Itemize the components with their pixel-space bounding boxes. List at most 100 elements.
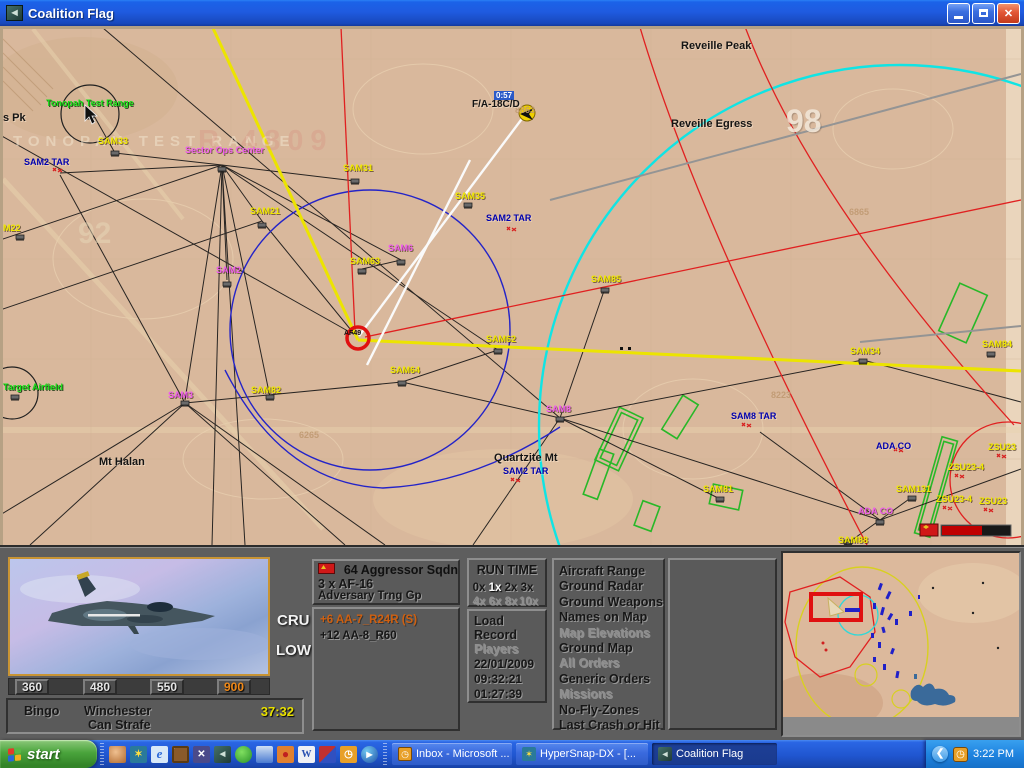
quicklaunch-hypersnap-icon[interactable]: ✶ (130, 746, 147, 763)
map-label-sam8tar[interactable]: SAM8 TAR (731, 411, 776, 421)
sim-time: 09:32:21 (474, 672, 522, 686)
speed-6x[interactable]: 6x (487, 596, 503, 608)
map-label-af49[interactable]: AF49 (344, 329, 361, 339)
map-label-tonopah[interactable]: Tonopah Test Range (46, 98, 134, 108)
quicklaunch-folder-icon[interactable] (172, 746, 189, 763)
quicklaunch-mediaplayer-icon[interactable]: ▶ (361, 746, 378, 763)
map-label-sam33[interactable]: SAM33 (98, 136, 128, 146)
taskbar-inbox-button[interactable]: ◷ Inbox - Microsoft ... (392, 743, 512, 765)
map-label-sam3[interactable]: SAM3 (168, 390, 193, 400)
map-label-sam34[interactable]: SAM34 (850, 346, 880, 356)
speed-4x[interactable]: 4x (471, 596, 487, 608)
weapon-1[interactable]: +6 AA-7_R24R (S) (320, 614, 417, 626)
map-label-sam31[interactable]: SAM31 (343, 163, 373, 173)
map-label-sam64[interactable]: SAM64 (390, 365, 420, 375)
menu-ground-map[interactable]: Ground Map (554, 641, 663, 656)
menu-no-fly-zones[interactable]: No-Fly-Zones (554, 703, 663, 718)
app-icon: ◄ (6, 5, 23, 21)
bingo-label: Bingo (24, 704, 59, 718)
jet-image (10, 559, 268, 674)
map-options-menu: Aircraft Range Ground Radar Ground Weapo… (552, 558, 665, 730)
quicklaunch-coalition-icon[interactable]: ◄ (214, 746, 231, 763)
selection-circle-target-airfield (3, 367, 38, 419)
quicklaunch-blue-app-icon[interactable] (256, 746, 273, 763)
players-button[interactable]: Players (474, 642, 518, 656)
map-label-reveille-egress: Reveille Egress (671, 119, 752, 129)
map-label-quartzite: Quartzite Mt (494, 453, 558, 463)
tray-chevron-icon[interactable]: ❮ (932, 746, 948, 762)
speed-row: 360 480 550 900 (8, 678, 270, 695)
map-label-zsu234-a[interactable]: ZSU23-4 (948, 462, 984, 472)
map-label-sam6[interactable]: SAM6 (388, 243, 413, 253)
map-faint-98: 98 (786, 103, 822, 140)
load-button[interactable]: Load (474, 614, 504, 628)
map-label-zsu23-b[interactable]: ZSU23 (979, 496, 1007, 506)
flight-mode-label: CRU (277, 612, 310, 629)
quicklaunch-ie-icon[interactable]: e (151, 746, 168, 763)
quicklaunch-word-icon[interactable]: W (298, 746, 315, 763)
map-label-sam62[interactable]: SAM62 (486, 334, 516, 344)
speed-10x[interactable]: 10x (519, 596, 535, 608)
map-label-zsu234-b[interactable]: ZSU23-4 (936, 494, 972, 504)
map-label-sector-ops[interactable]: Sector Ops Center (185, 145, 264, 155)
map-label-ada-co-2[interactable]: ADA CO (858, 506, 893, 516)
quicklaunch-misc-icon[interactable] (319, 746, 336, 763)
tray-clock-icon[interactable]: ◷ (953, 747, 968, 762)
map-label-sam35[interactable]: SAM35 (455, 191, 485, 201)
map-label-sam8[interactable]: SAM8 (546, 404, 571, 414)
menu-map-elevations[interactable]: Map Elevations (554, 626, 663, 641)
map-label-sam88[interactable]: SAM88 (838, 535, 868, 545)
map-label-fa18[interactable]: F/A-18C/D (472, 100, 520, 110)
menu-last-crash[interactable]: Last Crash or Hit (554, 718, 663, 733)
map-label-m22[interactable]: M22 (3, 223, 21, 233)
record-button[interactable]: Record (474, 628, 517, 642)
campaign-map[interactable]: TONOPAH TEST RANGE R 4809 98 92 8863 686… (3, 29, 1021, 545)
map-label-ada-co-1[interactable]: ADA CO (876, 441, 911, 451)
map-label-sam2tar-2[interactable]: SAM2 TAR (486, 213, 531, 223)
start-button[interactable]: start (0, 740, 97, 768)
quicklaunch-green-app-icon[interactable] (235, 746, 252, 763)
title-bar[interactable]: ◄ Coalition Flag ✕ (0, 0, 1024, 26)
speed-550-button[interactable]: 550 (150, 679, 184, 695)
map-label-pk: s Pk (3, 113, 26, 123)
map-label-zsu23-a[interactable]: ZSU23 (988, 442, 1016, 452)
taskbar-hypersnap-button[interactable]: ✶ HyperSnap-DX - [... (516, 743, 648, 765)
map-label-reveille-peak: Reveille Peak (681, 41, 751, 51)
minimap[interactable] (781, 551, 1021, 737)
speed-8x[interactable]: 8x (503, 596, 519, 608)
menu-aircraft-range[interactable]: Aircraft Range (554, 564, 663, 579)
minimize-button[interactable] (947, 3, 970, 24)
map-label-sam82[interactable]: SAM82 (251, 385, 281, 395)
menu-ground-weapons[interactable]: Ground Weapons (554, 595, 663, 610)
aircraft-photo (8, 557, 270, 676)
speed-360-button[interactable]: 360 (15, 679, 49, 695)
map-label-sam21[interactable]: SAM21 (250, 206, 280, 216)
map-label-sam2[interactable]: SAM2 (216, 265, 241, 275)
map-label-target-airfield[interactable]: Target Airfield (3, 382, 63, 392)
menu-names-on-map[interactable]: Names on Map (554, 610, 663, 625)
menu-generic-orders[interactable]: Generic Orders (554, 672, 663, 687)
menu-missions[interactable]: Missions (554, 687, 663, 702)
map-label-sam2tar-3[interactable]: SAM2 TAR (503, 466, 548, 476)
map-label-sam131[interactable]: SAM131 (896, 484, 931, 494)
taskbar-coalition-button[interactable]: ◄ Coalition Flag (652, 743, 777, 765)
windows-flag-icon (8, 747, 22, 761)
quicklaunch-clock-icon[interactable]: ◷ (340, 746, 357, 763)
restore-button[interactable] (972, 3, 995, 24)
speed-480-button[interactable]: 480 (83, 679, 117, 695)
map-label-sam81[interactable]: SAM81 (703, 484, 733, 494)
quicklaunch-user-icon[interactable] (109, 746, 126, 763)
menu-ground-radar[interactable]: Ground Radar (554, 579, 663, 594)
map-label-sam85[interactable]: SAM85 (591, 274, 621, 284)
white-flight-legs (359, 112, 527, 365)
quicklaunch-outlook-icon[interactable]: ● (277, 746, 294, 763)
speed-900-button[interactable]: 900 (217, 679, 251, 695)
close-button[interactable]: ✕ (997, 3, 1020, 24)
quicklaunch-x-icon[interactable]: ✕ (193, 746, 210, 763)
map-faint-92: 92 (78, 217, 111, 251)
menu-all-orders[interactable]: All Orders (554, 656, 663, 671)
map-label-sam63[interactable]: SAM63 (350, 256, 380, 266)
map-label-sam2tar-1[interactable]: SAM2 TAR (24, 157, 69, 167)
weapon-2[interactable]: +12 AA-8_R60 (320, 630, 397, 642)
map-label-sam84[interactable]: SAM84 (982, 339, 1012, 349)
